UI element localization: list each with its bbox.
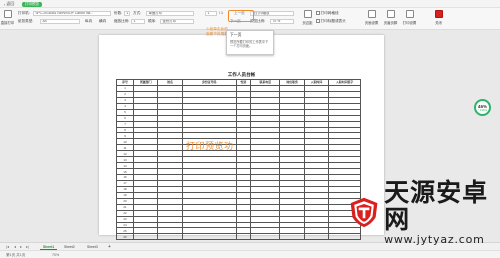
table-row: 26 xyxy=(115,233,361,241)
direct-print-label: 直接打印 xyxy=(0,20,15,25)
header-footer-icon xyxy=(386,10,395,18)
direct-print-button[interactable]: 直接打印 xyxy=(0,9,15,29)
back-button[interactable]: ‹ 返回 xyxy=(4,1,14,7)
table-cell xyxy=(250,233,281,241)
printer-icon xyxy=(3,10,12,18)
next-page-highlight xyxy=(228,10,254,22)
print-page: 工作人员台帐 序号 所属部门 姓名 身份证号码 性别 联系电话 岗位职务 入职时间 入职时间签字… xyxy=(99,35,384,241)
print-scale-select[interactable]: 无打印缩放 xyxy=(250,10,294,16)
order-label: 顺序: xyxy=(148,19,157,23)
zoom-select[interactable]: 70 % xyxy=(270,18,294,24)
print-grid-option[interactable]: 打印网格线 xyxy=(316,11,339,16)
prev-sheet-icon[interactable]: ◂ xyxy=(14,244,16,249)
shield-logo-icon xyxy=(350,197,378,228)
table-cell xyxy=(235,233,252,241)
next-sheet-icon[interactable]: ▸ xyxy=(20,244,22,249)
table-cell xyxy=(279,233,305,241)
sides-label: 方式: xyxy=(133,11,142,15)
close-icon xyxy=(434,10,443,18)
document-title: 工作人员台帐 xyxy=(227,72,256,77)
table-cell xyxy=(328,233,361,241)
page-info: 第1页 共1页 xyxy=(6,252,26,257)
table-cell xyxy=(157,233,183,241)
scale-input[interactable]: 1 xyxy=(131,18,145,24)
table-body: 1 2 3 4 5 6 7 8 9 10 11 12 13 14 15 16 17 18 19 20 21 22 23 24 2… xyxy=(115,84,361,241)
page-total: / 1 xyxy=(219,11,223,15)
order-select[interactable]: 逐份打印 xyxy=(160,18,194,24)
page-number-input[interactable]: 1 xyxy=(205,10,217,16)
orientation-portrait[interactable]: 纵向 xyxy=(85,19,92,24)
title-bar: ‹ 返回 打印预览 xyxy=(0,0,500,8)
status-bar: 第1页 共1页 70% xyxy=(0,250,500,258)
settings-icon xyxy=(405,10,414,18)
last-sheet-icon[interactable]: ▸| xyxy=(26,244,29,249)
paper-type-select[interactable]: A4 xyxy=(40,18,80,24)
row-number-cell: 26 xyxy=(115,233,135,241)
logo-name: 天源安卓网 xyxy=(384,177,489,234)
table-cell xyxy=(181,233,237,241)
first-sheet-icon[interactable]: |◂ xyxy=(6,244,9,249)
printer-label: 打印机: xyxy=(18,11,30,15)
tooltip-title: 下一页 xyxy=(230,33,242,37)
copies-input[interactable]: 1 xyxy=(124,10,130,16)
tooltip-body: 预览所要打印的工作表中下一个打印页面。 xyxy=(230,40,269,48)
watermark-text: 打印预览功 xyxy=(186,141,234,151)
copies-label: 份数: xyxy=(114,11,123,15)
network-speed-widget[interactable]: 46% ↑ 0.2K/s xyxy=(474,99,491,116)
logo-url: www.jytyaz.com xyxy=(384,232,485,246)
header-footer-button[interactable]: 页眉页脚 xyxy=(383,9,398,29)
scale-label: 缩放比例: xyxy=(114,19,130,23)
status-zoom: 70% xyxy=(52,252,60,257)
callout-line-2: 查看下页展报 xyxy=(205,32,228,36)
page-setup-icon xyxy=(367,10,376,18)
sides-select[interactable]: 单面打印 xyxy=(146,10,194,16)
speed-rate: ↑ 0.2K/s xyxy=(477,108,488,112)
printer-select[interactable]: \\PC-20180817WINV0OP Canon Ink... xyxy=(33,10,111,16)
back-label: 返回 xyxy=(6,1,15,6)
margins-icon xyxy=(303,10,312,18)
print-preview-badge: 打印预览 xyxy=(22,1,42,7)
site-logo: 天源安卓网 www.jytyaz.com xyxy=(348,179,500,246)
staff-ledger-table: 序号 所属部门 姓名 身份证号码 性别 联系电话 岗位职务 入职时间 入职时间签字 123456… xyxy=(115,79,361,241)
header-checkbox[interactable] xyxy=(316,19,320,23)
logo-text-group: 天源安卓网 www.jytyaz.com xyxy=(384,179,500,246)
next-page-tooltip: 下一页 预览所要打印的工作表中下一个打印页面。 xyxy=(226,30,274,55)
callout-annotation: 5.就单击此的 查看下页展报 xyxy=(176,27,228,37)
page-setup-button[interactable]: 页面设置 xyxy=(364,9,379,29)
paper-type-label: 纸张类型: xyxy=(18,19,34,23)
margins-button[interactable]: 页边距 xyxy=(300,9,315,29)
orientation-landscape[interactable]: 横向 xyxy=(99,19,106,24)
grid-checkbox[interactable] xyxy=(316,11,320,15)
back-arrow-icon: ‹ xyxy=(4,1,6,7)
print-settings-button[interactable]: 打印设置 xyxy=(402,9,417,29)
close-preview-button[interactable]: 关闭 xyxy=(431,9,446,29)
print-header-option[interactable]: 打印标题或表头 xyxy=(316,19,346,24)
table-cell xyxy=(303,233,330,241)
table-cell xyxy=(133,233,159,241)
